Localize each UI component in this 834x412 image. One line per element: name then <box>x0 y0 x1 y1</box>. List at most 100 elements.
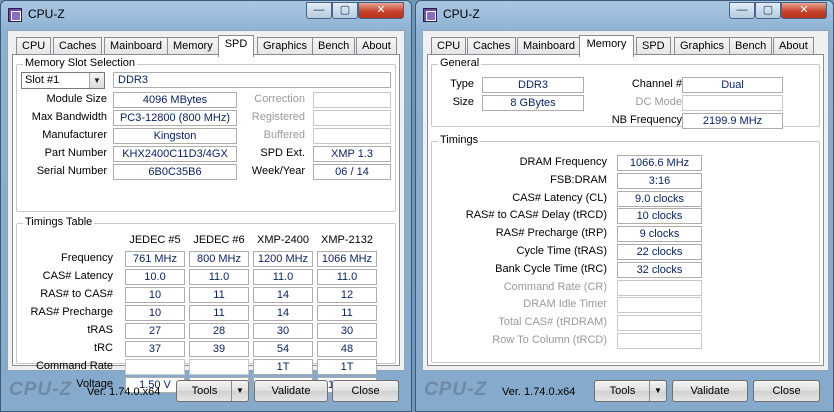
tools-button-label: Tools <box>191 385 218 397</box>
client-area: CPU Caches Mainboard Memory SPD Graphics… <box>7 30 405 393</box>
max-bandwidth-field: PC3-12800 (800 MHz) <box>113 110 237 126</box>
registered-field <box>313 110 391 126</box>
timings-row-label: Frequency <box>61 252 113 264</box>
timings-cell: 800 MHz <box>189 251 249 267</box>
size-field: 8 GBytes <box>482 95 584 111</box>
timing-value-field: 32 clocks <box>617 261 702 278</box>
close-button[interactable]: Close <box>753 380 820 402</box>
timing-label: Total CAS# (tRDRAM) <box>498 316 607 329</box>
minimize-button[interactable]: — <box>306 2 332 19</box>
timings-cell: 27 <box>125 323 185 339</box>
timing-label: RAS# Precharge (tRP) <box>495 227 607 240</box>
spd-page: Memory Slot Selection Slot #1 ▼ DDR3 Mod… <box>12 54 400 393</box>
size-label: Size <box>452 96 474 108</box>
timing-value-field <box>617 333 702 349</box>
week-year-field: 06 / 14 <box>313 164 391 180</box>
client-area: CPU Caches Mainboard Memory SPD Graphics… <box>422 30 829 371</box>
group-title: Timings Table <box>23 216 95 228</box>
spd-ext-label: SPD Ext. <box>260 147 305 159</box>
tab-bar: CPU Caches Mainboard Memory SPD Graphics… <box>12 35 400 57</box>
timings-column-header: XMP-2400 <box>257 234 309 246</box>
memory-slot-selection-group: Memory Slot Selection Slot #1 ▼ DDR3 Mod… <box>16 57 396 212</box>
cpuz-app-icon[interactable] <box>423 8 437 22</box>
title-bar[interactable]: CPU-Z — ▢ ✕ <box>1 1 411 29</box>
minimize-button[interactable]: — <box>729 2 755 19</box>
max-bandwidth-label: Max Bandwidth <box>31 111 107 123</box>
timing-label: DRAM Idle Timer <box>523 298 607 311</box>
timings-row-label: tRC <box>94 342 113 354</box>
timings-cell: 11.0 <box>189 269 249 285</box>
validate-button[interactable]: Validate <box>672 380 748 402</box>
cpuz-window-memory: CPU-Z — ▢ ✕ CPU Caches Mainboard Memory … <box>415 0 834 412</box>
timings-table-group: Timings Table JEDEC #5 JEDEC #6 XMP-2400 XM… <box>16 216 396 393</box>
timings-cell: 11 <box>189 305 249 321</box>
timing-value-field: 10 clocks <box>617 208 702 225</box>
timings-cell: 10.0 <box>125 269 185 285</box>
timings-column-header: JEDEC #5 <box>129 234 181 246</box>
title-bar[interactable]: CPU-Z — ▢ ✕ <box>416 1 833 29</box>
timings-row-label: tRAS <box>87 324 113 336</box>
slot-select[interactable]: Slot #1 ▼ <box>21 72 105 89</box>
chevron-down-icon[interactable]: ▼ <box>649 381 666 401</box>
timing-label: Command Rate (CR) <box>503 280 607 293</box>
maximize-button[interactable]: ▢ <box>332 2 358 19</box>
timings-cell: 11.0 <box>317 269 377 285</box>
chevron-down-icon[interactable]: ▼ <box>89 73 104 88</box>
timing-value-field <box>617 279 702 296</box>
version-label: Ver. 1.74.0.x64 <box>87 386 161 398</box>
dc-mode-label: DC Mode <box>635 96 682 108</box>
tools-button[interactable]: Tools ▼ <box>594 380 667 402</box>
general-group: General Type DDR3 Size 8 GBytes Channel … <box>431 57 820 129</box>
timings-row-label: Command Rate <box>35 360 113 372</box>
serial-number-label: Serial Number <box>36 165 107 177</box>
close-window-button[interactable]: ✕ <box>358 2 404 19</box>
timings-cell: 10 <box>125 287 185 303</box>
module-size-label: Module Size <box>46 93 107 105</box>
tab-memory[interactable]: Memory <box>579 35 634 57</box>
channel-label: Channel # <box>631 78 682 90</box>
timings-cell: 39 <box>189 341 249 357</box>
validate-button[interactable]: Validate <box>254 380 328 402</box>
manufacturer-field: Kingston <box>113 128 237 144</box>
timings-cell: 12 <box>317 287 377 303</box>
channel-field: Dual <box>682 77 783 93</box>
timing-label: Row To Column (tRCD) <box>492 334 607 346</box>
timings-cell: 1066 MHz <box>317 251 377 267</box>
cpuz-logo: CPU-Z <box>9 379 73 400</box>
window-title: CPU-Z <box>443 7 480 21</box>
nb-frequency-field: 2199.9 MHz <box>682 113 783 129</box>
part-number-field: KHX2400C11D3/4GX <box>113 146 237 162</box>
part-number-label: Part Number <box>44 147 107 159</box>
window-title: CPU-Z <box>28 7 65 21</box>
timings-column-header: JEDEC #6 <box>193 234 245 246</box>
timing-value-field: 9 clocks <box>617 226 702 243</box>
type-field: DDR3 <box>482 77 584 93</box>
timing-value-field <box>617 297 702 314</box>
timings-cell: 11 <box>317 305 377 321</box>
memory-type-field: DDR3 <box>113 72 391 88</box>
slot-select-value: Slot #1 <box>25 74 60 86</box>
cpuz-app-icon[interactable] <box>8 8 22 22</box>
correction-label: Correction <box>254 93 305 105</box>
timings-cell: 48 <box>317 341 377 357</box>
type-label: Type <box>450 78 474 90</box>
timing-value-field: 9.0 clocks <box>617 190 702 207</box>
timings-column-header: XMP-2132 <box>321 234 373 246</box>
timings-row-label: RAS# to CAS# <box>40 288 113 300</box>
buffered-field <box>313 128 391 144</box>
timing-value-field: 3:16 <box>617 172 702 189</box>
close-window-button[interactable]: ✕ <box>781 2 827 19</box>
registered-label: Registered <box>251 111 305 123</box>
dc-mode-field <box>682 95 783 111</box>
tab-spd[interactable]: SPD <box>218 35 254 57</box>
timing-value-field: 1066.6 MHz <box>617 155 702 171</box>
spd-ext-field: XMP 1.3 <box>313 146 391 162</box>
module-size-field: 4096 MBytes <box>113 92 237 108</box>
tools-button[interactable]: Tools ▼ <box>176 380 249 402</box>
chevron-down-icon[interactable]: ▼ <box>231 381 248 401</box>
maximize-button[interactable]: ▢ <box>755 2 781 19</box>
close-button[interactable]: Close <box>332 380 399 402</box>
timing-label: Cycle Time (tRAS) <box>516 245 607 257</box>
timings-cell: 37 <box>125 341 185 357</box>
version-label: Ver. 1.74.0.x64 <box>502 386 576 398</box>
